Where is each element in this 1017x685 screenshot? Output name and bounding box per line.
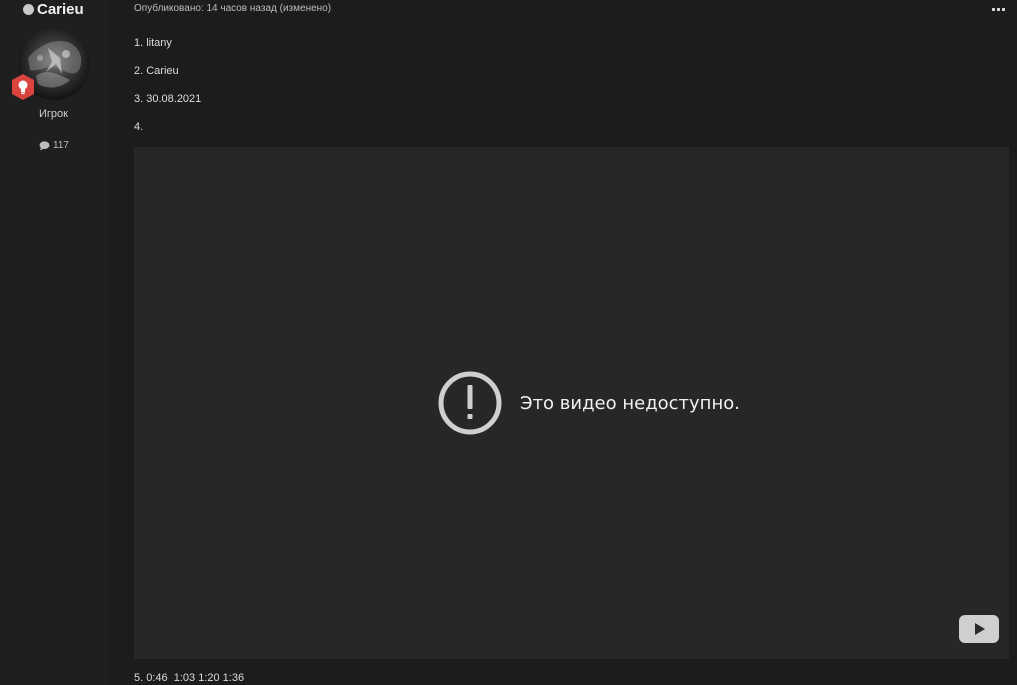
speech-bubble-icon bbox=[39, 140, 50, 150]
post-line-2: 2. Carieu bbox=[134, 65, 179, 77]
youtube-play-icon[interactable] bbox=[959, 615, 999, 643]
post-line-3: 3. 30.08.2021 bbox=[134, 93, 202, 105]
video-unavailable-text: Это видео недоступно. bbox=[520, 392, 740, 414]
more-options-ellipsis-icon[interactable] bbox=[991, 2, 1007, 14]
exclamation-circle-icon bbox=[438, 371, 502, 435]
post-line-4: 4. bbox=[134, 121, 144, 133]
author-name-link[interactable]: Carieu bbox=[37, 1, 84, 18]
author-name-row: Carieu bbox=[23, 1, 84, 18]
post-count-value: 117 bbox=[53, 140, 69, 151]
author-post-count[interactable]: 117 bbox=[39, 140, 69, 151]
published-date[interactable]: Опубликовано: 14 часов назад (изменено) bbox=[134, 3, 331, 14]
video-unavailable-message: Это видео недоступно. bbox=[438, 371, 740, 435]
author-rank: Игрок bbox=[39, 108, 68, 120]
post-body: Опубликовано: 14 часов назад (изменено) … bbox=[107, 0, 1017, 685]
badge-lightbulb-icon[interactable] bbox=[9, 73, 37, 101]
author-panel: Carieu Игрок 117 bbox=[0, 0, 107, 685]
post-line-5: 5. 0:46 1:03 1:20 1:36 bbox=[134, 672, 245, 684]
forum-post: Carieu Игрок 117 Опубликовано: 14 часов … bbox=[0, 0, 1017, 685]
video-embed[interactable]: Это видео недоступно. bbox=[134, 147, 1009, 659]
post-line-1: 1. litany bbox=[134, 37, 172, 49]
status-dot-icon bbox=[23, 4, 34, 15]
